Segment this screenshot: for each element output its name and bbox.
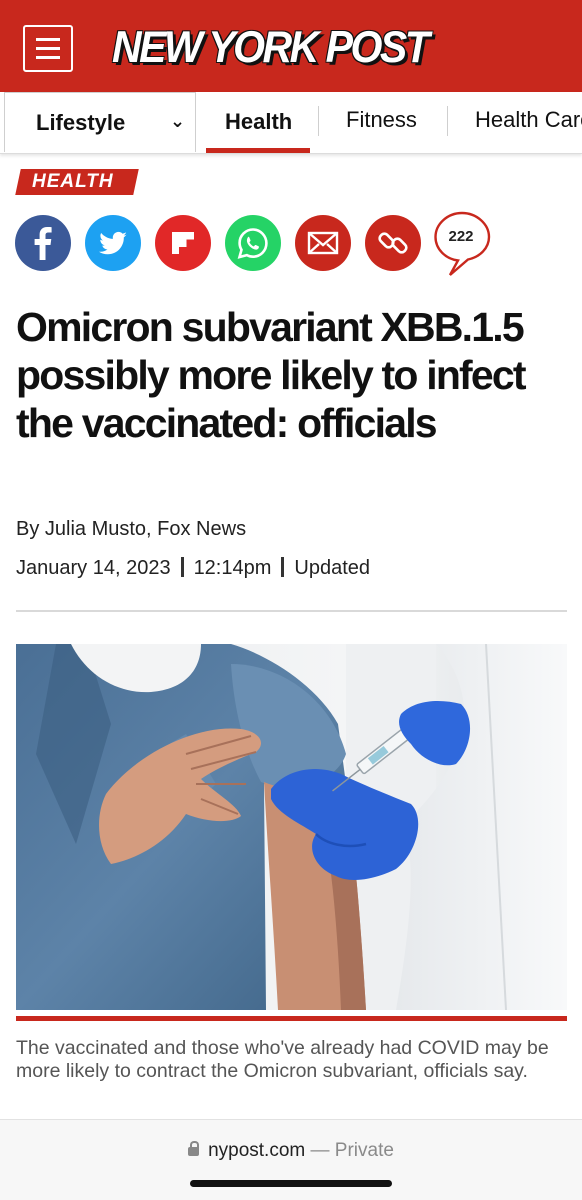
article-headline: Omicron subvariant XBB.1.5 possibly more… xyxy=(16,304,527,446)
twitter-share-button[interactable] xyxy=(85,215,141,271)
tab-divider xyxy=(318,106,319,136)
tab-health-care[interactable]: Health Care xyxy=(475,107,582,133)
vaccination-photo xyxy=(16,644,567,1010)
site-header: NEW YORK POST xyxy=(0,0,582,92)
lock-icon xyxy=(188,1141,200,1156)
menu-bar xyxy=(36,47,60,50)
article-byline[interactable]: By Julia Musto, Fox News xyxy=(16,518,246,541)
hamburger-menu-button[interactable] xyxy=(23,25,73,72)
tab-health[interactable]: Health xyxy=(225,109,292,135)
email-icon xyxy=(307,231,339,255)
home-indicator[interactable] xyxy=(190,1180,392,1187)
email-share-button[interactable] xyxy=(295,215,351,271)
comment-count: 222 xyxy=(448,228,474,245)
article-dateline: January 14, 2023 12:14pm Updated xyxy=(16,557,370,580)
facebook-share-button[interactable] xyxy=(15,215,71,271)
menu-bar xyxy=(36,38,60,41)
comments-button[interactable]: 222 xyxy=(433,211,491,277)
updated-label[interactable]: Updated xyxy=(294,557,370,579)
publish-date: January 14, 2023 xyxy=(16,557,171,579)
publish-time: 12:14pm xyxy=(193,557,272,579)
chevron-down-icon: ⌄ xyxy=(170,111,186,131)
flipboard-share-button[interactable] xyxy=(155,215,211,271)
whatsapp-icon xyxy=(237,228,268,259)
copy-link-button[interactable] xyxy=(365,215,421,271)
menu-bar xyxy=(36,56,60,59)
section-nav: Lifestyle ⌄ Health Fitness Health Care xyxy=(0,92,582,154)
section-dropdown[interactable]: Lifestyle ⌄ xyxy=(4,92,196,152)
image-divider xyxy=(16,1016,567,1021)
tab-divider xyxy=(447,106,448,136)
browser-address-bar[interactable]: nypost.com — Private xyxy=(0,1119,582,1200)
flipboard-icon xyxy=(172,232,194,254)
active-tab-indicator xyxy=(206,148,310,153)
site-logo[interactable]: NEW YORK POST xyxy=(112,22,430,76)
address-display[interactable]: nypost.com — Private xyxy=(0,1140,582,1162)
whatsapp-share-button[interactable] xyxy=(225,215,281,271)
divider xyxy=(16,610,567,612)
image-caption: The vaccinated and those who've already … xyxy=(16,1037,549,1082)
meta-divider xyxy=(281,557,285,577)
address-separator: — xyxy=(310,1140,330,1161)
section-tag-label: HEALTH xyxy=(32,171,114,192)
twitter-icon xyxy=(99,231,127,255)
facebook-icon xyxy=(34,227,52,260)
section-tag[interactable]: HEALTH xyxy=(15,169,139,195)
copy-link-icon xyxy=(378,232,408,254)
section-dropdown-label: Lifestyle xyxy=(36,110,126,135)
meta-divider xyxy=(180,557,184,577)
tab-fitness[interactable]: Fitness xyxy=(346,107,417,133)
private-mode-label: Private xyxy=(334,1140,394,1161)
article-image[interactable] xyxy=(16,644,567,1010)
address-domain: nypost.com xyxy=(208,1140,306,1161)
